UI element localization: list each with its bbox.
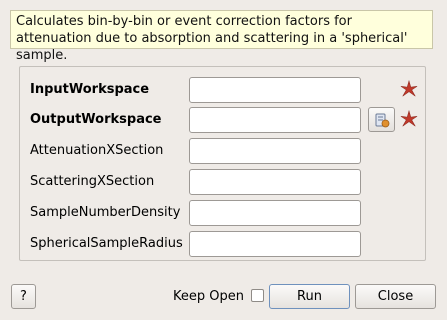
- output-workspace-label: OutputWorkspace: [30, 112, 162, 127]
- input-workspace-field[interactable]: [189, 77, 361, 103]
- property-row-attenuation-xsection: AttenuationXSection: [20, 138, 427, 164]
- property-row-sample-number-density: SampleNumberDensity: [20, 200, 427, 226]
- sample-number-density-field[interactable]: [189, 200, 361, 226]
- close-button[interactable]: Close: [355, 284, 436, 309]
- sample-number-density-label: SampleNumberDensity: [30, 205, 181, 220]
- run-button[interactable]: Run: [269, 284, 350, 309]
- workspace-browse-icon: [375, 113, 389, 127]
- property-row-spherical-sample-radius: SphericalSampleRadius: [20, 231, 427, 257]
- property-row-scattering-xsection: ScatteringXSection: [20, 169, 427, 195]
- help-button[interactable]: ?: [11, 284, 36, 309]
- keep-open-label: Keep Open: [173, 289, 244, 304]
- spherical-sample-radius-field[interactable]: [189, 231, 361, 257]
- algorithm-description: Calculates bin-by-bin or event correctio…: [10, 10, 433, 63]
- scattering-xsection-label: ScatteringXSection: [30, 174, 155, 189]
- required-star-icon: [400, 109, 418, 127]
- scattering-xsection-field[interactable]: [189, 169, 361, 195]
- properties-group: InputWorkspace OutputWorkspace Attenuati…: [19, 66, 426, 261]
- attenuation-xsection-label: AttenuationXSection: [30, 143, 164, 158]
- property-row-output-workspace: OutputWorkspace: [20, 107, 427, 133]
- property-row-input-workspace: InputWorkspace: [20, 77, 427, 103]
- input-workspace-label: InputWorkspace: [30, 82, 150, 97]
- workspace-browse-button[interactable]: [368, 107, 395, 132]
- output-workspace-field[interactable]: [189, 107, 361, 133]
- spherical-sample-radius-label: SphericalSampleRadius: [30, 236, 183, 251]
- required-star-icon: [400, 79, 418, 97]
- attenuation-xsection-field[interactable]: [189, 138, 361, 164]
- keep-open-checkbox[interactable]: [251, 289, 264, 302]
